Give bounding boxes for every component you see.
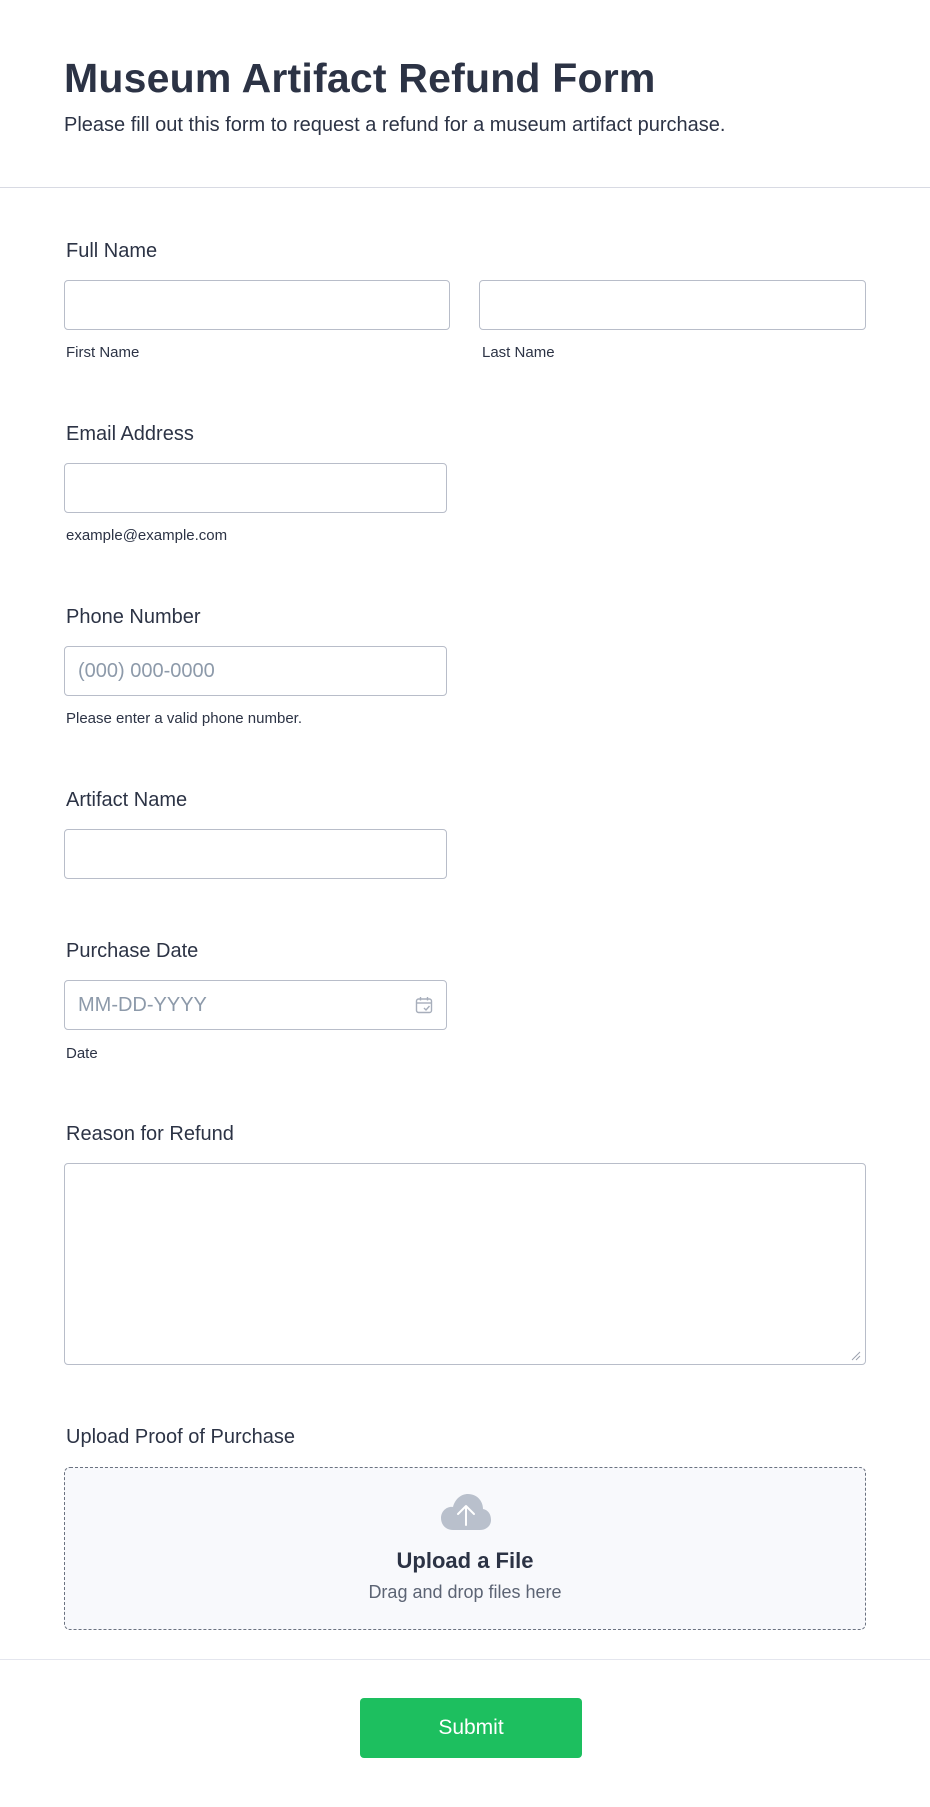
reason-label: Reason for Refund [66,1123,234,1145]
email-label: Email Address [66,423,194,445]
file-upload-dropzone[interactable]: Upload a File Drag and drop files here [64,1467,866,1630]
phone-sublabel: Please enter a valid phone number. [66,710,302,727]
phone-label: Phone Number [66,606,201,628]
submit-button[interactable]: Submit [360,1698,582,1758]
purchase-date-input[interactable] [64,980,447,1030]
email-sublabel: example@example.com [66,527,228,544]
phone-input[interactable] [64,646,447,696]
first-name-sublabel: First Name [66,344,140,361]
resize-grip-icon[interactable] [849,1348,861,1361]
upload-title: Upload a File [396,1548,534,1573]
form-header: Museum Artifact Refund Form Please fill … [0,0,930,188]
reason-textarea[interactable] [64,1163,866,1365]
cloud-upload-icon [441,1494,491,1532]
upload-label: Upload Proof of Purchase [66,1426,296,1448]
calendar-icon[interactable] [415,996,433,1014]
form-title: Museum Artifact Refund Form [64,55,656,101]
artifact-name-label: Artifact Name [66,789,188,811]
first-name-input[interactable] [64,280,450,330]
purchase-date-label: Purchase Date [66,940,199,962]
purchase-date-sublabel: Date [66,1045,98,1062]
last-name-sublabel: Last Name [482,344,555,361]
footer-divider [0,1659,930,1660]
artifact-name-input[interactable] [64,829,447,879]
last-name-input[interactable] [479,280,866,330]
full-name-label: Full Name [66,240,158,262]
upload-subtitle: Drag and drop files here [368,1582,562,1602]
email-input[interactable] [64,463,447,513]
form-subtitle: Please fill out this form to request a r… [64,114,726,136]
